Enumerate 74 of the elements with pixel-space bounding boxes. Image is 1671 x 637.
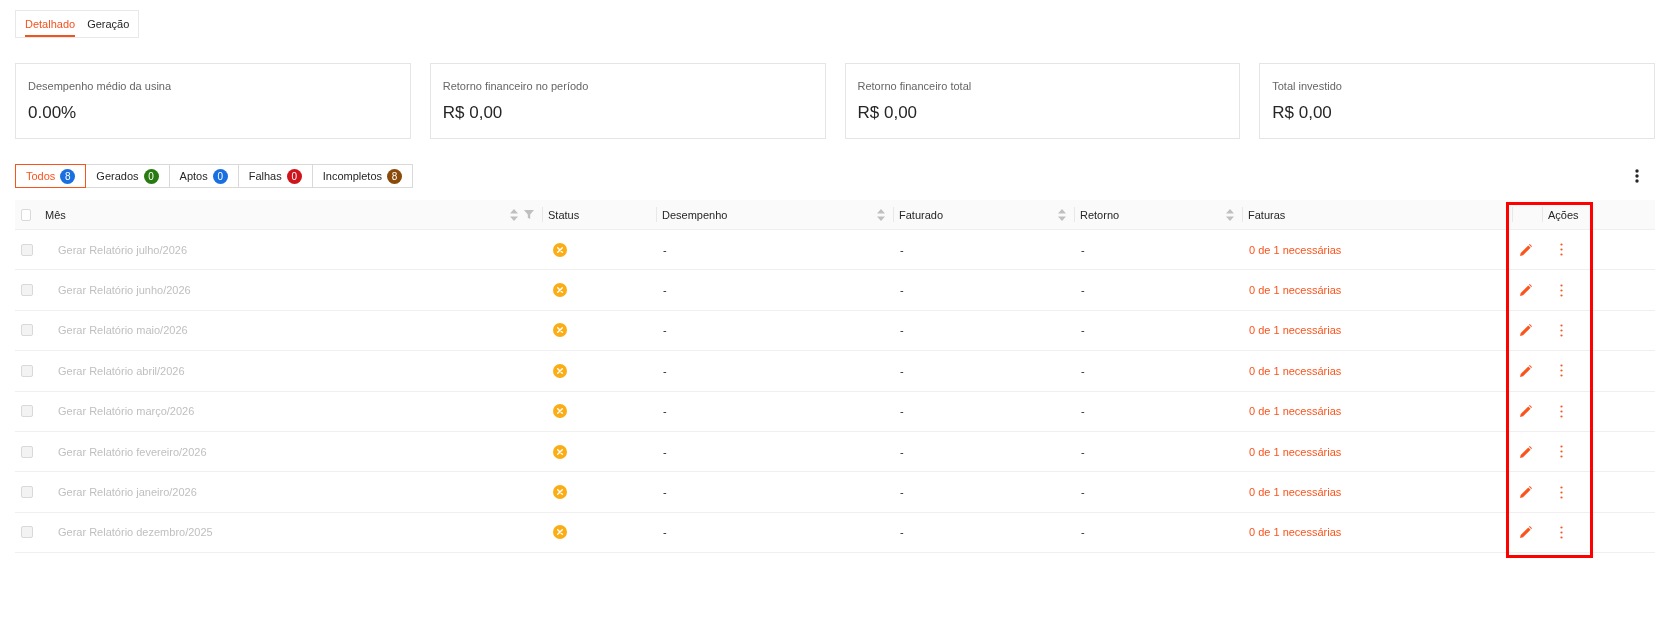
month-cell: Gerar Relatório dezembro/2025: [58, 526, 213, 539]
performance-cell: -: [663, 284, 667, 297]
column-header: Faturado: [899, 208, 944, 221]
count-badge: 8: [60, 168, 76, 184]
billed-cell: -: [900, 486, 904, 499]
count-badge: 8: [387, 168, 403, 184]
stat-label: Total investido: [1272, 79, 1342, 93]
stat-value: R$ 0,00: [1272, 103, 1332, 123]
return-cell: -: [1081, 526, 1085, 539]
column-header: Desempenho: [662, 208, 728, 221]
stat-value: 0.00%: [28, 103, 77, 123]
filter-tab[interactable]: Todos 8: [15, 164, 87, 188]
view-tab[interactable]: Detalhado: [25, 11, 76, 37]
return-cell: -: [1081, 324, 1085, 337]
performance-cell: -: [663, 526, 667, 539]
billed-cell: -: [900, 364, 904, 377]
performance-cell: -: [663, 243, 667, 256]
billed-cell: -: [900, 526, 904, 539]
pencil-icon[interactable]: [1520, 526, 1532, 539]
return-cell: -: [1081, 243, 1085, 256]
column-header: Ações: [1548, 208, 1579, 221]
performance-cell: -: [663, 486, 667, 499]
month-cell: Gerar Relatório maio/2026: [58, 324, 188, 337]
billed-cell: -: [900, 284, 904, 297]
filter-icon[interactable]: [524, 210, 534, 219]
return-cell: -: [1081, 364, 1085, 377]
pencil-icon[interactable]: [1520, 364, 1532, 377]
performance-cell: -: [663, 324, 667, 337]
month-cell: Gerar Relatório fevereiro/2026: [58, 445, 207, 458]
billed-cell: -: [900, 405, 904, 418]
month-cell: Gerar Relatório julho/2026: [58, 243, 188, 256]
performance-cell: -: [663, 445, 667, 458]
kebab-icon[interactable]: [1635, 169, 1639, 183]
filter-tab[interactable]: Incompletos 8: [311, 164, 414, 188]
pencil-icon[interactable]: [1520, 243, 1532, 256]
return-cell: -: [1081, 445, 1085, 458]
sort-icon[interactable]: [1058, 208, 1066, 221]
performance-cell: -: [663, 405, 667, 418]
column-header: Retorno: [1080, 208, 1120, 221]
count-badge: 0: [143, 168, 159, 184]
filter-tab[interactable]: Aptos 0: [168, 164, 239, 188]
billed-cell: -: [900, 243, 904, 256]
stat-label: Retorno financeiro no período: [442, 79, 589, 93]
pencil-icon[interactable]: [1520, 445, 1532, 458]
sort-icon[interactable]: [877, 208, 885, 221]
stat-label: Desempenho médio da usina: [28, 79, 172, 93]
count-badge: 0: [286, 168, 302, 184]
pencil-icon[interactable]: [1520, 405, 1532, 418]
pencil-icon[interactable]: [1520, 324, 1532, 337]
stat-value: R$ 0,00: [442, 103, 503, 123]
month-cell: Gerar Relatório março/2026: [58, 405, 195, 418]
filter-tab[interactable]: Falhas 0: [237, 164, 313, 188]
return-cell: -: [1081, 405, 1085, 418]
performance-cell: -: [663, 364, 667, 377]
return-cell: -: [1081, 284, 1085, 297]
column-header: Status: [548, 208, 580, 221]
sort-icon[interactable]: [510, 208, 518, 221]
stat-label: Retorno financeiro total: [857, 79, 972, 93]
select-all-checkbox[interactable]: [21, 208, 31, 221]
month-cell: Gerar Relatório junho/2026: [58, 284, 191, 297]
column-header: Faturas: [1248, 208, 1286, 221]
billed-cell: -: [900, 324, 904, 337]
filter-tab[interactable]: Gerados 0: [85, 164, 170, 188]
month-cell: Gerar Relatório abril/2026: [58, 364, 185, 377]
pencil-icon[interactable]: [1520, 486, 1532, 499]
month-cell: Gerar Relatório janeiro/2026: [58, 486, 197, 499]
pencil-icon[interactable]: [1520, 284, 1532, 297]
column-header: Mês: [45, 208, 66, 221]
sort-icon[interactable]: [1226, 208, 1234, 221]
stat-value: R$ 0,00: [857, 103, 918, 123]
billed-cell: -: [900, 445, 904, 458]
return-cell: -: [1081, 486, 1085, 499]
count-badge: 0: [212, 168, 228, 184]
view-tab[interactable]: Geração: [87, 11, 130, 37]
